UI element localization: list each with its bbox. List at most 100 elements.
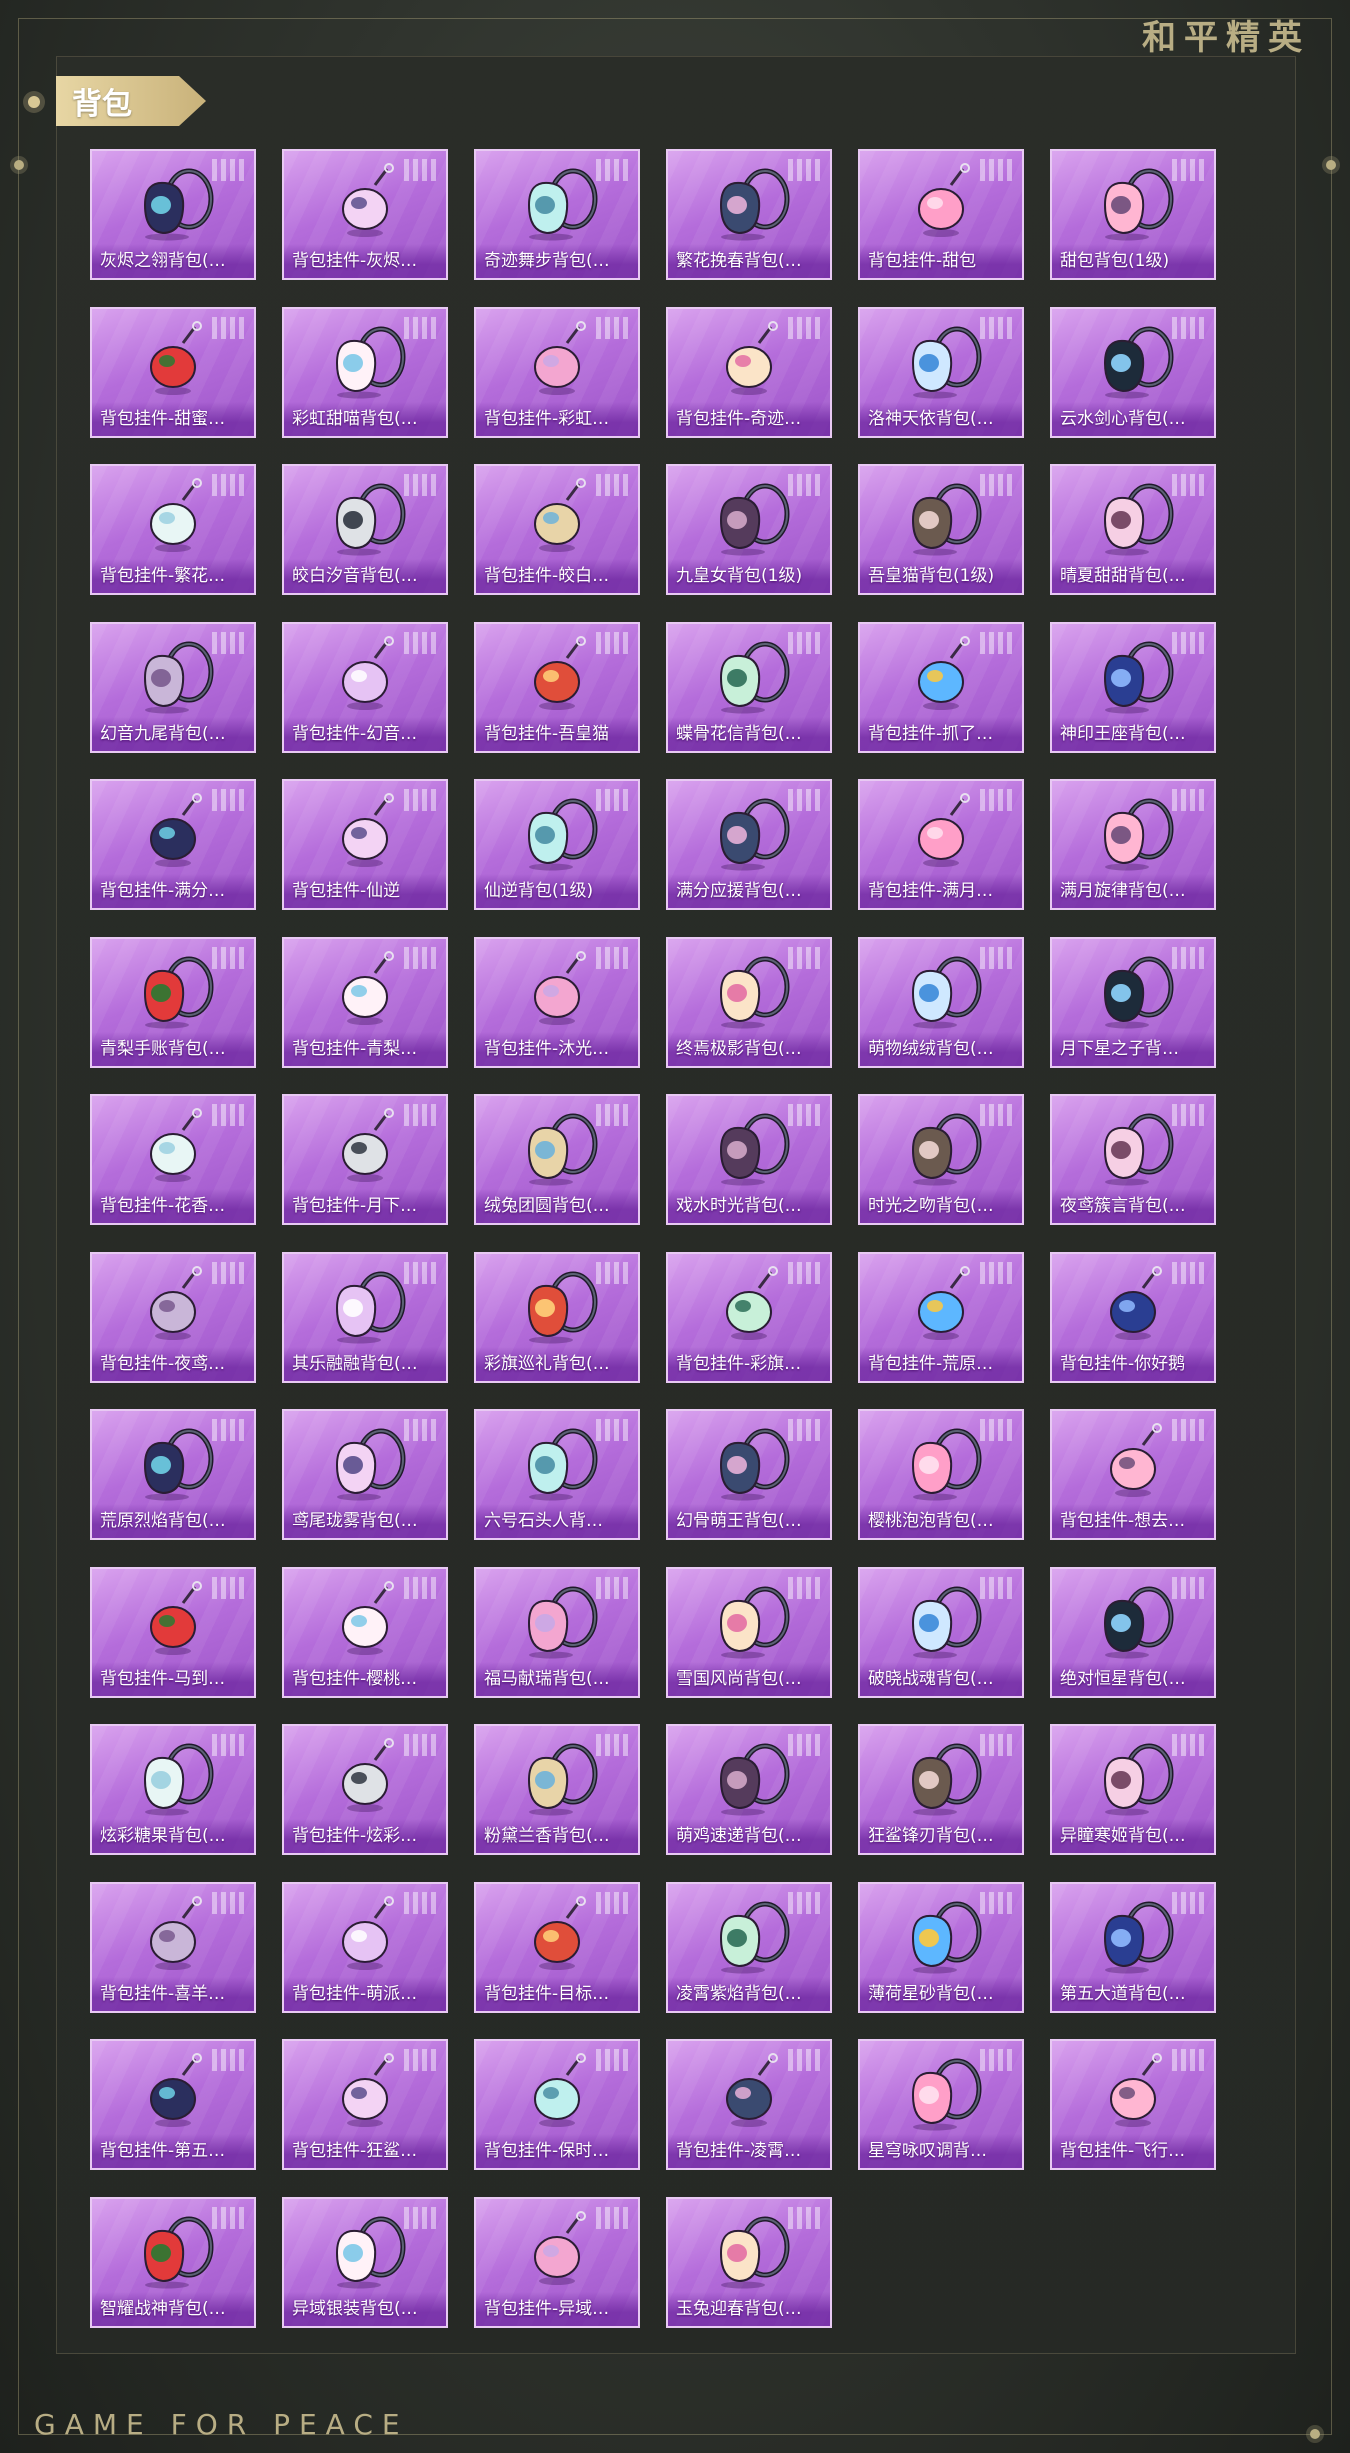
inventory-item-card[interactable]: 九皇女背包(1级)	[666, 464, 832, 595]
inventory-item-card[interactable]: 背包挂件-沐光…	[474, 936, 640, 1068]
inventory-item-card[interactable]: 背包挂件-月下…	[282, 1094, 448, 1225]
backpack-icon	[143, 1428, 214, 1501]
item-name: 甜包背包(1级)	[1052, 244, 1214, 278]
inventory-item-card[interactable]: 背包挂件-繁花…	[90, 464, 256, 595]
inventory-item-card[interactable]: 夜鸢簇言背包(…	[1050, 1094, 1216, 1225]
inventory-item-card[interactable]: 时光之吻背包(…	[858, 1094, 1024, 1225]
inventory-item-card[interactable]: 第五大道背包(…	[1050, 1881, 1216, 2013]
inventory-item-card[interactable]: 幻骨萌王背包(…	[666, 1409, 832, 1540]
inventory-item-card[interactable]: 彩旗巡礼背包(…	[474, 1251, 640, 1383]
inventory-item-card[interactable]: 背包挂件-青梨…	[282, 936, 448, 1068]
inventory-item-card[interactable]: 背包挂件-喜羊…	[90, 1881, 256, 2013]
inventory-item-card[interactable]: 背包挂件-抓了…	[858, 621, 1024, 753]
inventory-item-card[interactable]: 背包挂件-想去…	[1050, 1409, 1216, 1540]
inventory-item-card[interactable]: 背包挂件-第五…	[90, 2039, 256, 2170]
inventory-item-card[interactable]: 炫彩糖果背包(…	[90, 1724, 256, 1855]
item-name: 背包挂件-吾皇猫	[476, 716, 638, 751]
inventory-item-card[interactable]: 其乐融融背包(…	[282, 1251, 448, 1383]
inventory-item-card[interactable]: 甜包背包(1级)	[1050, 149, 1216, 280]
item-name: 背包挂件-异域…	[476, 2291, 638, 2326]
item-name: 炫彩糖果背包(…	[92, 1819, 254, 1853]
backpack-icon	[335, 483, 406, 556]
backpack-icon	[1103, 1586, 1174, 1658]
inventory-item-card[interactable]: 青梨手账背包(…	[90, 936, 256, 1068]
inventory-item-card[interactable]: 智耀战神背包(…	[90, 2196, 256, 2328]
inventory-item-card[interactable]: 异域银装背包(…	[282, 2196, 448, 2328]
inventory-item-card[interactable]: 奇迹舞步背包(…	[474, 149, 640, 280]
inventory-item-card[interactable]: 皎白汐音背包(…	[282, 464, 448, 595]
inventory-item-card[interactable]: 背包挂件-灰烬…	[282, 149, 448, 280]
item-name: 福马献瑞背包(…	[476, 1661, 638, 1696]
inventory-item-card[interactable]: 背包挂件-皎白…	[474, 464, 640, 595]
backpack-icon	[911, 2058, 982, 2131]
inventory-item-card[interactable]: 鸢尾珑雾背包(…	[282, 1409, 448, 1540]
inventory-item-card[interactable]: 凌霄紫焰背包(…	[666, 1881, 832, 2013]
inventory-item-card[interactable]: 萌鸡速递背包(…	[666, 1724, 832, 1855]
inventory-item-card[interactable]: 满月旋律背包(…	[1050, 779, 1216, 910]
backpack-icon	[1103, 1113, 1174, 1186]
inventory-item-card[interactable]: 六号石头人背…	[474, 1409, 640, 1540]
inventory-item-card[interactable]: 背包挂件-萌派…	[282, 1881, 448, 2013]
inventory-item-card[interactable]: 背包挂件-马到…	[90, 1566, 256, 1698]
inventory-item-card[interactable]: 蝶骨花信背包(…	[666, 621, 832, 753]
inventory-item-card[interactable]: 云水剑心背包(…	[1050, 306, 1216, 438]
inventory-item-card[interactable]: 吾皇猫背包(1级)	[858, 464, 1024, 595]
inventory-item-card[interactable]: 樱桃泡泡背包(…	[858, 1409, 1024, 1540]
inventory-item-card[interactable]: 背包挂件-仙逆	[282, 779, 448, 910]
inventory-item-card[interactable]: 背包挂件-彩虹…	[474, 306, 640, 438]
inventory-item-card[interactable]: 仙逆背包(1级)	[474, 779, 640, 910]
backpack-icon	[719, 483, 790, 556]
inventory-item-card[interactable]: 背包挂件-彩旗…	[666, 1251, 832, 1383]
inventory-item-card[interactable]: 背包挂件-花香…	[90, 1094, 256, 1225]
inventory-item-card[interactable]: 晴夏甜甜背包(…	[1050, 464, 1216, 595]
item-name: 彩旗巡礼背包(…	[476, 1346, 638, 1381]
inventory-item-card[interactable]: 灰烬之翎背包(…	[90, 149, 256, 280]
inventory-item-card[interactable]: 薄荷星砂背包(…	[858, 1881, 1024, 2013]
inventory-item-card[interactable]: 背包挂件-凌霄…	[666, 2039, 832, 2170]
inventory-item-card[interactable]: 背包挂件-吾皇猫	[474, 621, 640, 753]
inventory-item-card[interactable]: 彩虹甜喵背包(…	[282, 306, 448, 438]
inventory-item-card[interactable]: 背包挂件-幻音…	[282, 621, 448, 753]
item-name: 奇迹舞步背包(…	[476, 244, 638, 278]
inventory-item-card[interactable]: 背包挂件-保时…	[474, 2039, 640, 2170]
inventory-item-card[interactable]: 荒原烈焰背包(…	[90, 1409, 256, 1540]
backpack-icon	[1103, 641, 1174, 713]
inventory-item-card[interactable]: 福马献瑞背包(…	[474, 1566, 640, 1698]
inventory-item-card[interactable]: 背包挂件-荒原…	[858, 1251, 1024, 1383]
inventory-item-card[interactable]: 满分应援背包(…	[666, 779, 832, 910]
inventory-item-card[interactable]: 背包挂件-甜包	[858, 149, 1024, 280]
inventory-item-card[interactable]: 幻音九尾背包(…	[90, 621, 256, 753]
inventory-item-card[interactable]: 神印王座背包(…	[1050, 621, 1216, 753]
inventory-item-card[interactable]: 背包挂件-目标…	[474, 1881, 640, 2013]
inventory-item-card[interactable]: 绝对恒星背包(…	[1050, 1566, 1216, 1698]
backpack-icon	[143, 956, 214, 1028]
inventory-item-card[interactable]: 背包挂件-异域…	[474, 2196, 640, 2328]
item-name: 荒原烈焰背包(…	[92, 1504, 254, 1538]
inventory-item-card[interactable]: 背包挂件-奇迹…	[666, 306, 832, 438]
inventory-item-card[interactable]: 星穹咏叹调背…	[858, 2039, 1024, 2170]
inventory-item-card[interactable]: 背包挂件-你好鹅	[1050, 1251, 1216, 1383]
pendant-icon	[1110, 1265, 1162, 1340]
inventory-item-card[interactable]: 月下星之子背…	[1050, 936, 1216, 1068]
inventory-item-card[interactable]: 背包挂件-樱桃…	[282, 1566, 448, 1698]
inventory-item-card[interactable]: 背包挂件-甜蜜…	[90, 306, 256, 438]
inventory-item-card[interactable]: 雪国风尚背包(…	[666, 1566, 832, 1698]
inventory-item-card[interactable]: 背包挂件-炫彩…	[282, 1724, 448, 1855]
inventory-item-card[interactable]: 背包挂件-满月…	[858, 779, 1024, 910]
inventory-item-card[interactable]: 繁花挽春背包(…	[666, 149, 832, 280]
inventory-item-card[interactable]: 粉黛兰香背包(…	[474, 1724, 640, 1855]
inventory-item-card[interactable]: 玉兔迎春背包(…	[666, 2196, 832, 2328]
backpack-icon	[719, 168, 790, 241]
inventory-item-card[interactable]: 萌物绒绒背包(…	[858, 936, 1024, 1068]
inventory-item-card[interactable]: 背包挂件-满分…	[90, 779, 256, 910]
inventory-item-card[interactable]: 异瞳寒姬背包(…	[1050, 1724, 1216, 1855]
inventory-item-card[interactable]: 戏水时光背包(…	[666, 1094, 832, 1225]
inventory-item-card[interactable]: 狂鲨锋刃背包(…	[858, 1724, 1024, 1855]
inventory-item-card[interactable]: 背包挂件-夜鸢…	[90, 1251, 256, 1383]
inventory-item-card[interactable]: 破晓战魂背包(…	[858, 1566, 1024, 1698]
inventory-item-card[interactable]: 终焉极影背包(…	[666, 936, 832, 1068]
inventory-item-card[interactable]: 洛神天依背包(…	[858, 306, 1024, 438]
inventory-item-card[interactable]: 绒兔团圆背包(…	[474, 1094, 640, 1225]
inventory-item-card[interactable]: 背包挂件-飞行…	[1050, 2039, 1216, 2170]
inventory-item-card[interactable]: 背包挂件-狂鲨…	[282, 2039, 448, 2170]
